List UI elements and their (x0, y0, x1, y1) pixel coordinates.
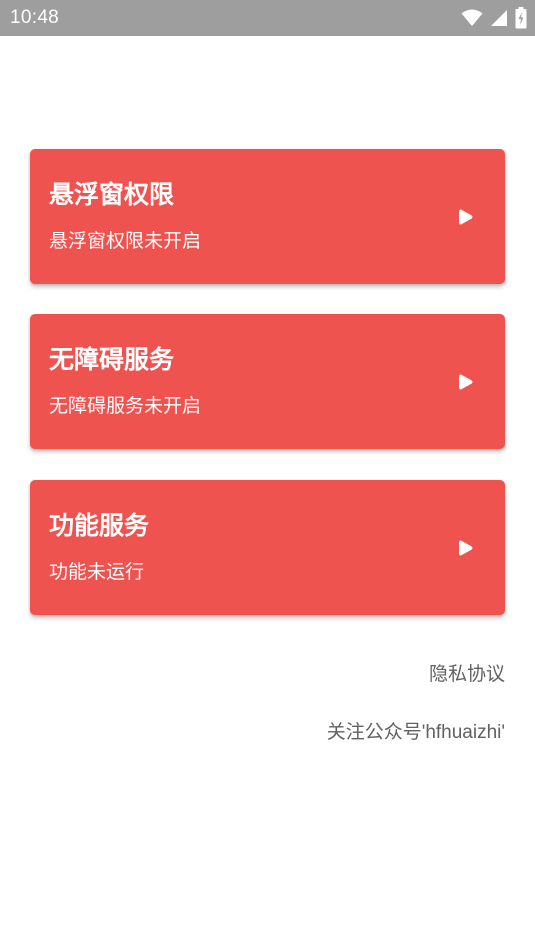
battery-icon (515, 7, 527, 29)
follow-account-link[interactable]: 关注公众号'hfhuaizhi' (327, 720, 505, 746)
card-function-service[interactable]: 功能服务 功能未运行 (30, 480, 505, 615)
play-arrow-icon (459, 374, 473, 390)
card-overlay-permission[interactable]: 悬浮窗权限 悬浮窗权限未开启 (30, 149, 505, 284)
card-subtitle: 无障碍服务未开启 (49, 395, 202, 417)
card-subtitle: 功能未运行 (49, 561, 145, 583)
signal-icon (490, 9, 508, 27)
status-bar: 10:48 (0, 0, 535, 36)
wifi-icon (461, 9, 483, 27)
status-icons (461, 7, 527, 29)
card-title: 悬浮窗权限 (49, 180, 175, 209)
play-arrow-icon (459, 540, 473, 556)
card-subtitle: 悬浮窗权限未开启 (49, 230, 202, 252)
status-time: 10:48 (10, 7, 60, 28)
card-title: 功能服务 (49, 511, 150, 540)
play-arrow-icon (459, 209, 473, 225)
privacy-policy-link[interactable]: 隐私协议 (429, 662, 505, 688)
card-accessibility-service[interactable]: 无障碍服务 无障碍服务未开启 (30, 314, 505, 449)
card-title: 无障碍服务 (49, 345, 175, 374)
